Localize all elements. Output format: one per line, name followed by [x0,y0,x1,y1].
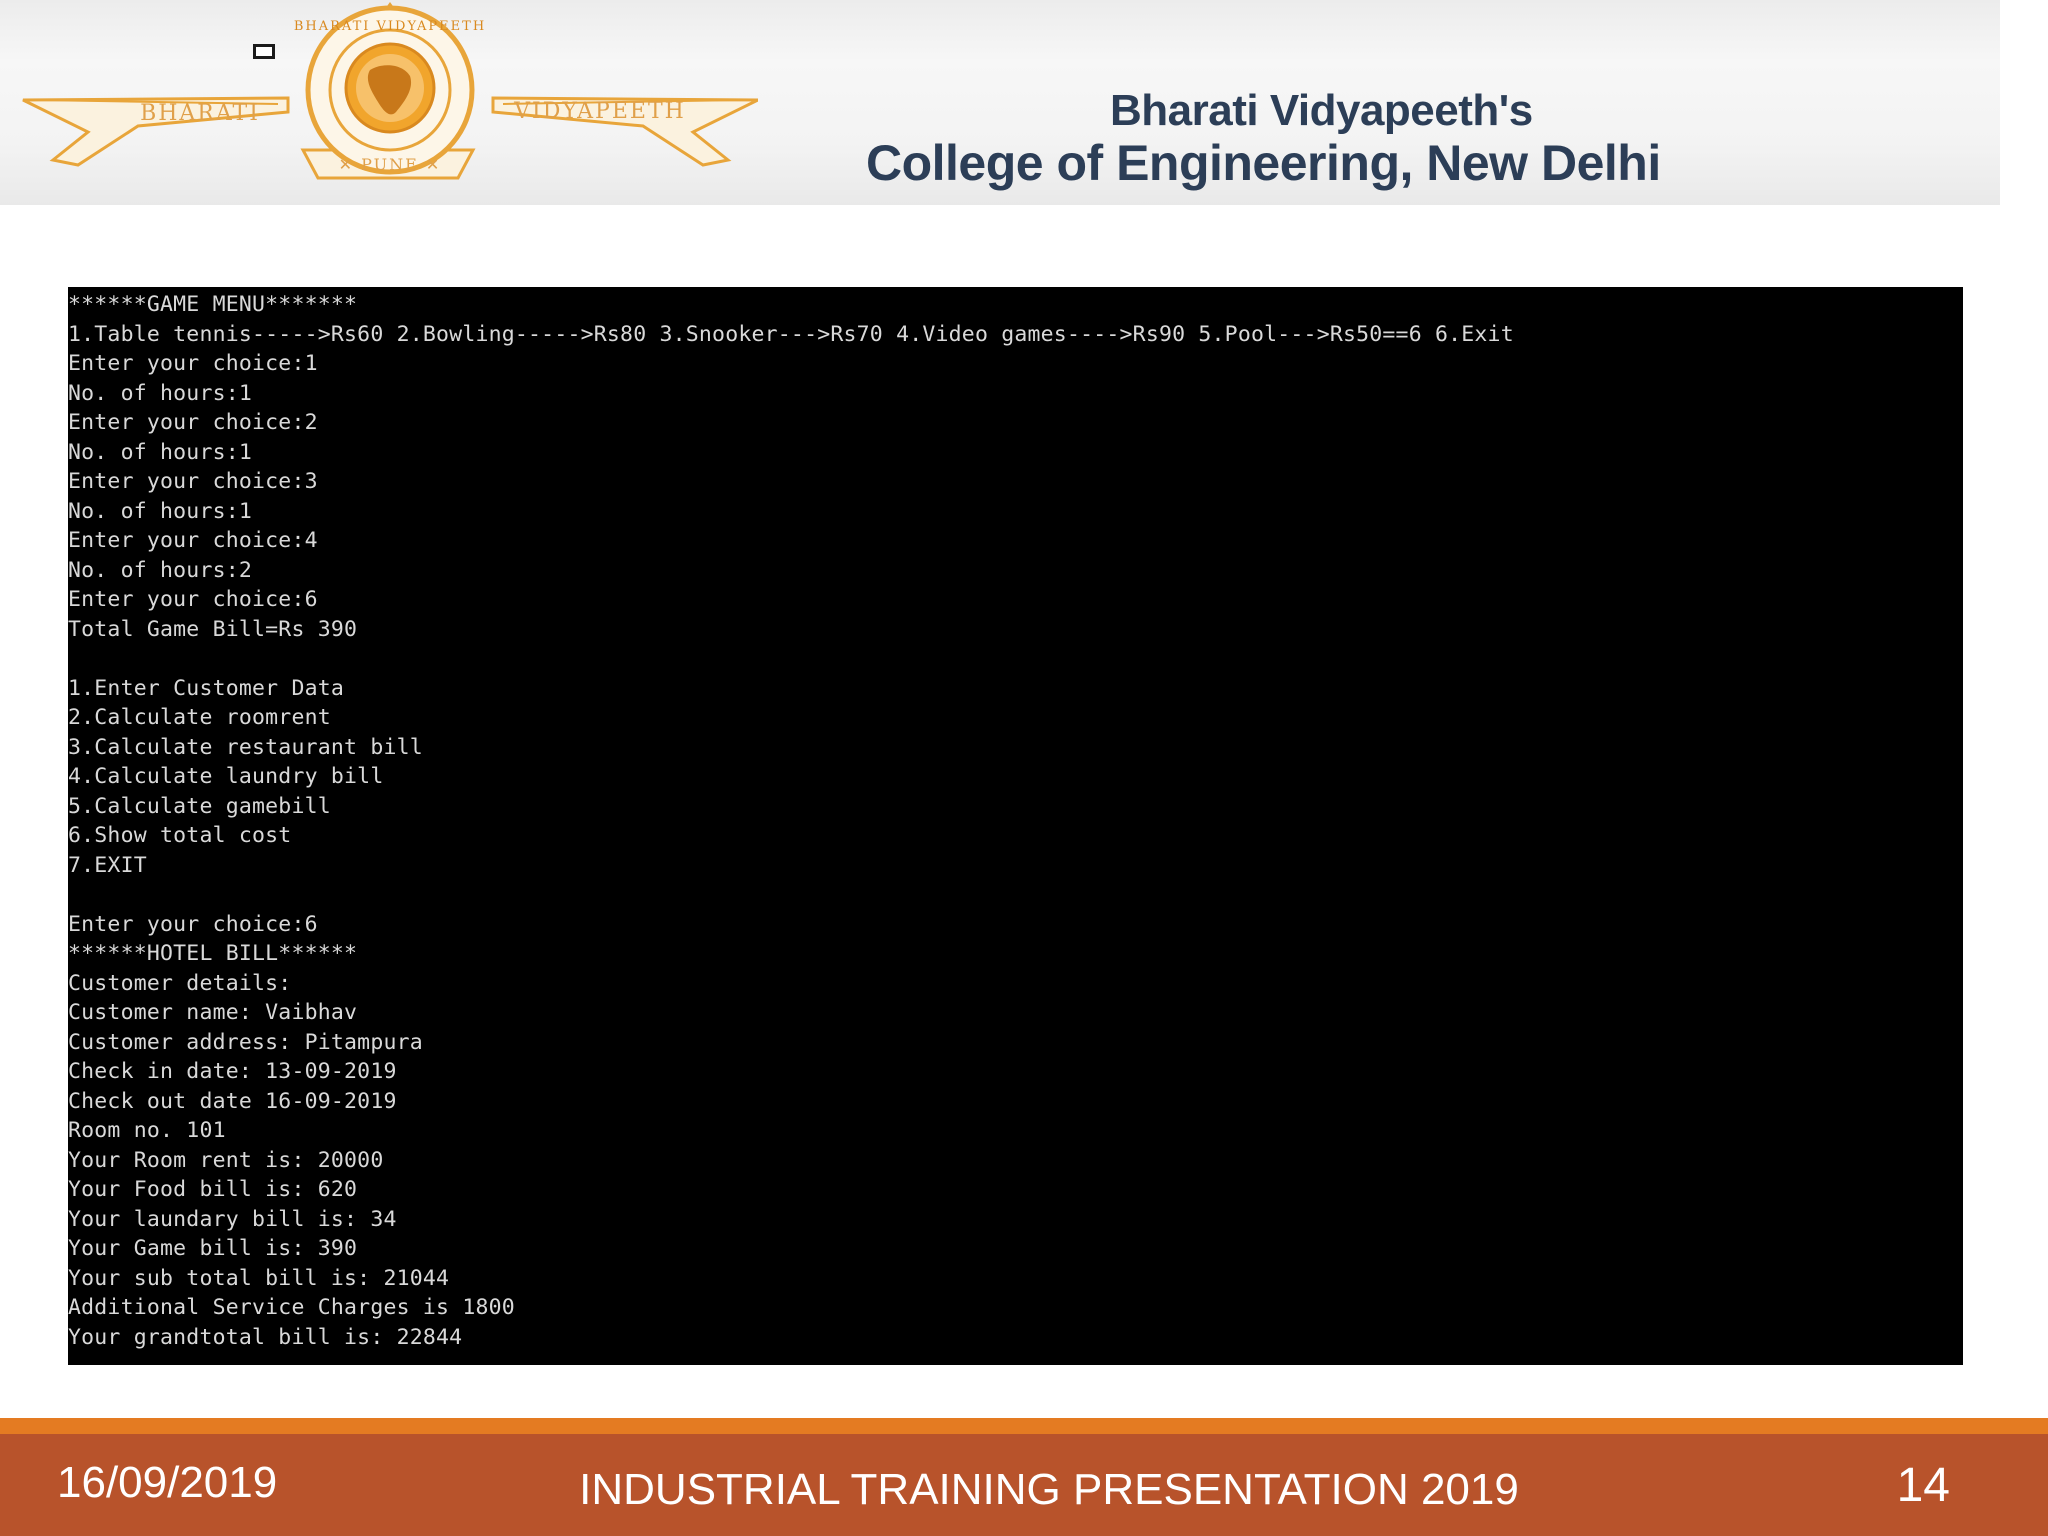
console-line: Enter your choice:4 [68,528,318,553]
console-line: No. of hours:1 [68,498,253,524]
console-line: Customer name: Vaibhav [68,1000,358,1025]
college-name-line-2: College of Engineering, New Delhi [866,135,1661,191]
small-square-marker [253,44,275,59]
console-line: Your grandtotal bill is: 22844 [68,1324,463,1350]
console-line: ******GAME MENU******* [68,292,358,317]
console-line: No. of hours:1 [68,380,253,406]
console-line: Additional Service Charges is 1800 [68,1295,515,1320]
console-line: Customer details: [68,970,292,996]
console-line: Enter your choice:6 [68,911,318,937]
console-line: Your laundary bill is: 34 [68,1206,397,1232]
college-logo: BHARATI VIDYAPEETH BHARATI VIDYAPEETH ✕ … [22,2,758,180]
svg-text:BHARATI: BHARATI [140,101,260,126]
footer-presentation-title: INDUSTRIAL TRAINING PRESENTATION 2019 [579,1465,1519,1514]
console-line: Customer address: Pitampura [68,1029,423,1055]
console-line: Your sub total bill is: 21044 [68,1265,450,1291]
console-line: Check out date 16-09-2019 [68,1088,397,1114]
console-line: 1.Table tennis----->Rs60 2.Bowling----->… [68,321,1514,347]
console-line: Total Game Bill=Rs 390 [68,616,358,642]
college-name-line-1: Bharati Vidyapeeth's [1110,86,1533,135]
slide: BHARATI VIDYAPEETH BHARATI VIDYAPEETH ✕ … [0,0,2048,1536]
svg-text:✕ PUNE ✕: ✕ PUNE ✕ [339,155,442,174]
console-line: Your Food bill is: 620 [68,1177,358,1202]
console-line: 2.Calculate roomrent [68,705,331,730]
console-line: ******HOTEL BILL****** [68,941,358,966]
console-line: Enter your choice:3 [68,469,318,494]
svg-text:VIDYAPEETH: VIDYAPEETH [513,99,686,124]
header-banner: BHARATI VIDYAPEETH BHARATI VIDYAPEETH ✕ … [0,0,2000,205]
console-line: 4.Calculate laundry bill [68,764,384,789]
console-line: 7.EXIT [68,852,147,878]
console-line: No. of hours:2 [68,557,253,583]
console-line: Your Game bill is: 390 [68,1236,358,1261]
console-line: Enter your choice:1 [68,351,318,376]
console-line: 3.Calculate restaurant bill [68,734,423,760]
footer-accent-bar [0,1418,2048,1434]
console-line: Enter your choice:6 [68,587,318,612]
slide-page-number: 14 [1896,1459,1950,1512]
svg-text:BHARATI VIDYAPEETH: BHARATI VIDYAPEETH [294,19,486,34]
console-output-window: ******GAME MENU******* 1.Table tennis----… [68,287,1963,1365]
console-line: Check in date: 13-09-2019 [68,1059,397,1084]
console-line: Enter your choice:2 [68,410,318,435]
console-line: No. of hours:1 [68,439,253,465]
console-line: 5.Calculate gamebill [68,793,331,819]
console-line: 1.Enter Customer Data [68,675,345,701]
console-line: Room no. 101 [68,1118,226,1143]
console-line: Your Room rent is: 20000 [68,1147,384,1173]
console-line: 6.Show total cost [68,823,292,848]
